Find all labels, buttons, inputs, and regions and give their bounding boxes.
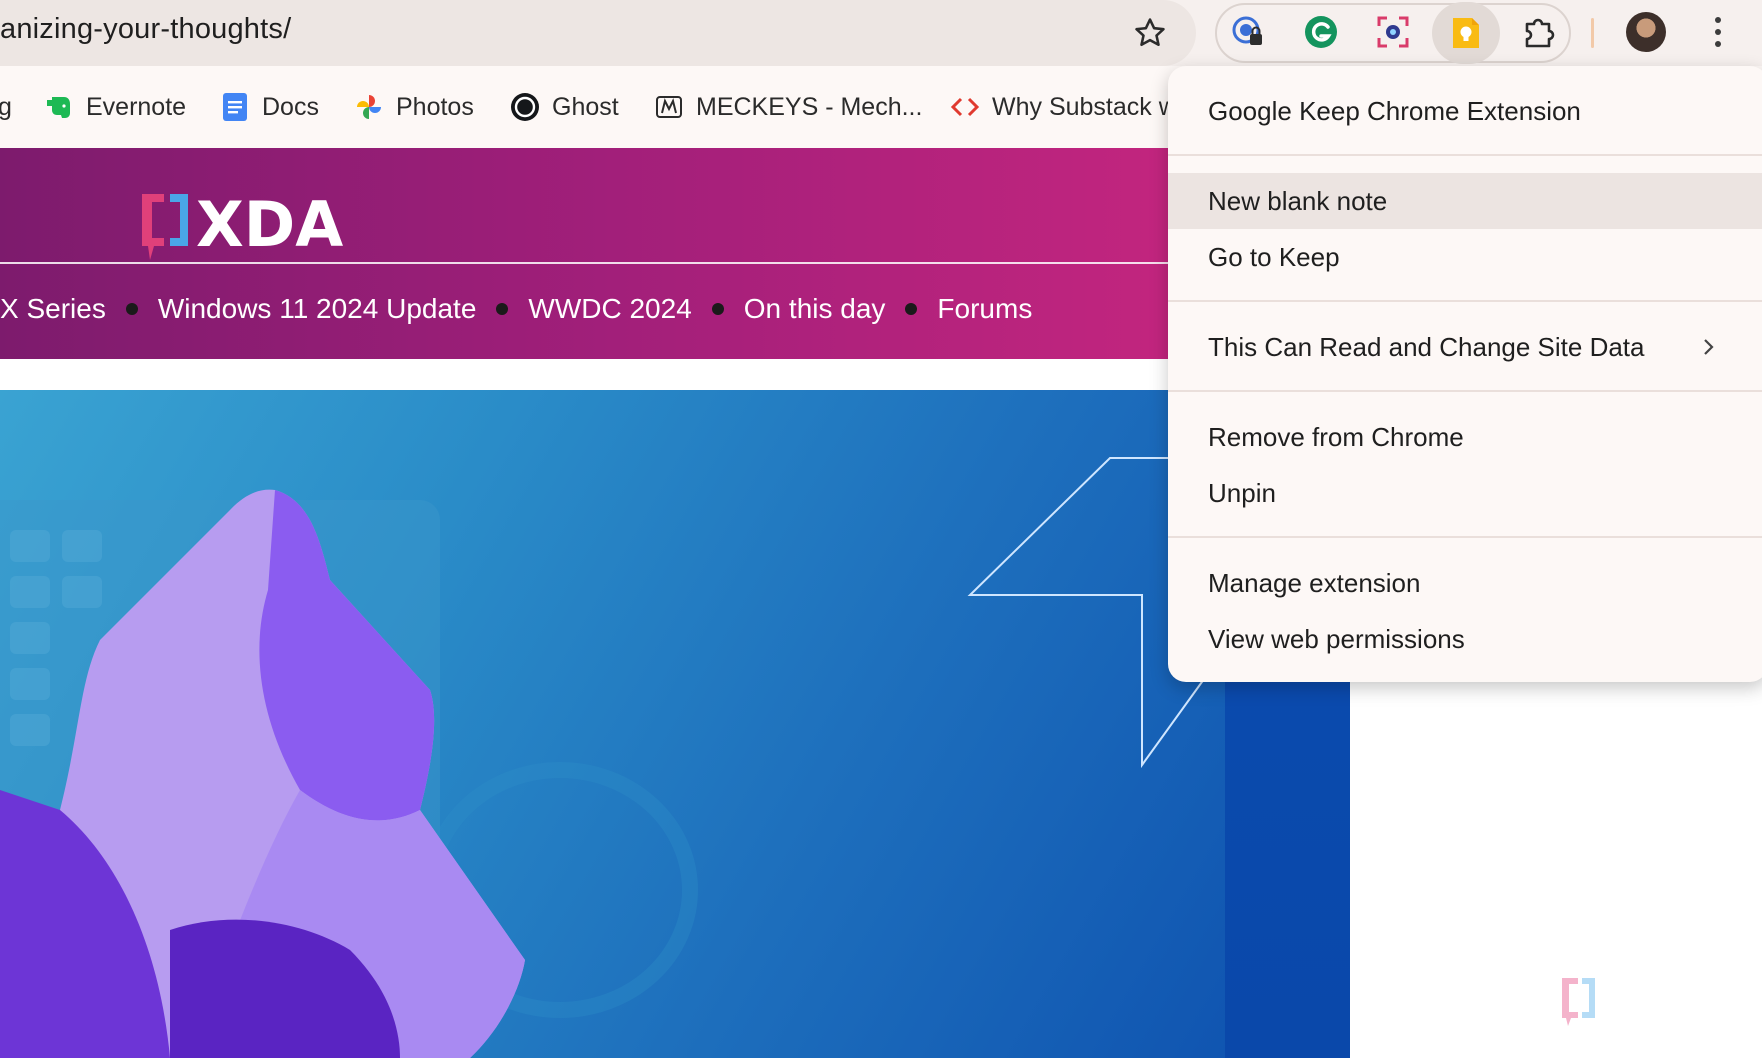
bookmark-label: Evernote bbox=[86, 92, 187, 121]
bookmark-label: g bbox=[0, 92, 12, 121]
menu-item-view-web-permissions[interactable]: View web permissions bbox=[1168, 611, 1762, 667]
menu-title-text: Google Keep Chrome Extension bbox=[1208, 95, 1581, 126]
menu-item-label: This Can Read and Change Site Data bbox=[1208, 331, 1645, 362]
menu-item-unpin[interactable]: Unpin bbox=[1168, 465, 1762, 521]
password-manager-icon[interactable] bbox=[1224, 8, 1272, 56]
xda-watermark: XDA bbox=[1562, 976, 1706, 1026]
menu-separator bbox=[1168, 154, 1762, 156]
menu-item-label: View web permissions bbox=[1208, 623, 1465, 654]
menu-item-site-data[interactable]: This Can Read and Change Site Data bbox=[1168, 319, 1762, 375]
bookmark-label: Ghost bbox=[552, 92, 619, 121]
google-keep-icon[interactable] bbox=[1432, 2, 1500, 64]
hero-image bbox=[0, 390, 1350, 1058]
bookmark-docs[interactable]: Docs bbox=[220, 88, 319, 126]
bookmark-label: Docs bbox=[262, 92, 319, 121]
nav-separator bbox=[496, 303, 509, 315]
docs-icon bbox=[220, 92, 250, 122]
ghost-icon bbox=[510, 92, 540, 122]
screenshot-icon[interactable] bbox=[1369, 8, 1417, 56]
menu-item-label: Manage extension bbox=[1208, 567, 1421, 598]
url-text[interactable]: anizing-your-thoughts/ bbox=[0, 13, 291, 46]
nav-item[interactable]: Windows 11 2024 Update bbox=[158, 293, 477, 325]
bookmark-evernote[interactable]: Evernote bbox=[44, 88, 186, 126]
menu-item-manage-extension[interactable]: Manage extension bbox=[1168, 555, 1762, 611]
bookmark-photos[interactable]: Photos bbox=[354, 88, 474, 126]
menu-separator bbox=[1168, 390, 1762, 392]
bookmark-substack[interactable]: Why Substack w bbox=[950, 88, 1177, 126]
photos-icon bbox=[354, 92, 384, 122]
more-menu-icon[interactable] bbox=[1700, 12, 1736, 52]
nav-separator bbox=[711, 303, 724, 315]
bookmark-label: MECKEYS - Mech... bbox=[696, 92, 923, 121]
bookmark-item[interactable]: g bbox=[0, 88, 12, 126]
nav-separator bbox=[125, 303, 138, 315]
nav-item[interactable]: WWDC 2024 bbox=[528, 293, 691, 325]
toolbar-divider bbox=[1591, 18, 1594, 48]
xda-logo[interactable]: XDA bbox=[140, 178, 370, 268]
bookmark-label: Photos bbox=[396, 92, 474, 121]
menu-separator bbox=[1168, 300, 1762, 302]
xda-logo-text: XDA bbox=[196, 188, 343, 261]
menu-item-go-to-keep[interactable]: Go to Keep bbox=[1168, 229, 1762, 285]
watermark-text: XDA bbox=[1600, 977, 1705, 1026]
nav-item[interactable]: X Series bbox=[0, 293, 106, 325]
bookmark-label: Why Substack w bbox=[992, 92, 1177, 121]
menu-title: Google Keep Chrome Extension bbox=[1168, 83, 1762, 139]
nav-separator bbox=[905, 303, 918, 315]
menu-item-label: Go to Keep bbox=[1208, 241, 1340, 272]
menu-separator bbox=[1168, 536, 1762, 538]
menu-item-new-blank-note[interactable]: New blank note bbox=[1168, 173, 1762, 229]
menu-item-remove-from-chrome[interactable]: Remove from Chrome bbox=[1168, 409, 1762, 465]
toolbar: anizing-your-thoughts/ bbox=[0, 0, 1762, 66]
chevron-right-icon bbox=[1704, 339, 1714, 355]
evernote-icon bbox=[44, 92, 74, 122]
bookmark-star-icon[interactable] bbox=[1128, 11, 1172, 55]
site-nav: X Series Windows 11 2024 Update WWDC 202… bbox=[0, 293, 1032, 325]
profile-avatar[interactable] bbox=[1626, 12, 1666, 52]
bookmark-meckeys[interactable]: MECKEYS - Mech... bbox=[654, 88, 922, 126]
nav-item[interactable]: On this day bbox=[744, 293, 886, 325]
omnibox[interactable]: anizing-your-thoughts/ bbox=[0, 0, 1196, 66]
browser-window: anizing-your-thoughts/ g Evernote Docs P… bbox=[0, 0, 1762, 1058]
menu-item-label: New blank note bbox=[1208, 185, 1388, 216]
code-brackets-icon bbox=[950, 92, 980, 122]
hero-illustration bbox=[0, 457, 1227, 1058]
nav-item[interactable]: Forums bbox=[937, 293, 1032, 325]
extension-context-menu: Google Keep Chrome Extension New blank n… bbox=[1168, 66, 1762, 682]
meckeys-icon bbox=[654, 92, 684, 122]
grammarly-icon[interactable] bbox=[1297, 8, 1345, 56]
menu-item-label: Remove from Chrome bbox=[1208, 421, 1464, 452]
extensions-puzzle-icon[interactable] bbox=[1515, 8, 1563, 56]
menu-item-label: Unpin bbox=[1208, 477, 1276, 508]
bookmark-ghost[interactable]: Ghost bbox=[510, 88, 619, 126]
